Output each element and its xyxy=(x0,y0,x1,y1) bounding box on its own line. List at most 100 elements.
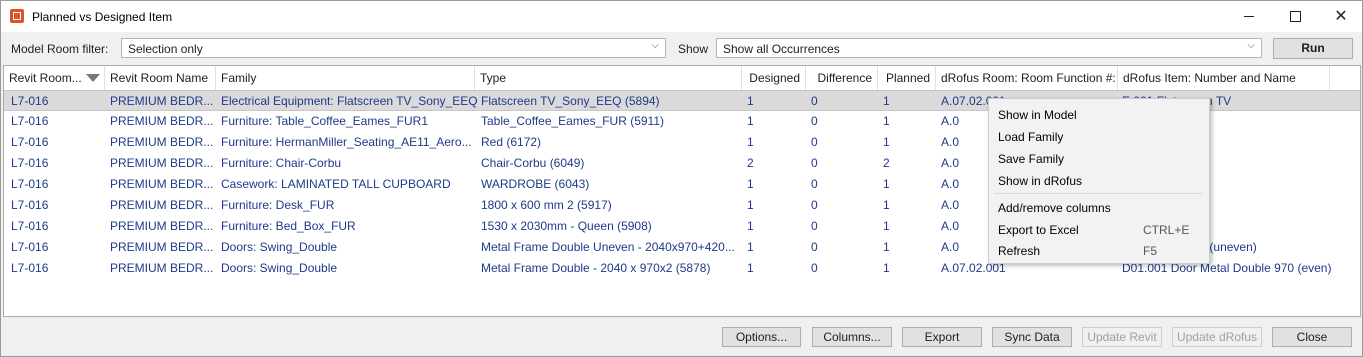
update-revit-button[interactable]: Update Revit xyxy=(1082,327,1162,347)
col-family[interactable]: Family xyxy=(216,66,475,90)
window-title: Planned vs Designed Item xyxy=(32,10,173,24)
show-value: Show all Occurrences xyxy=(723,42,840,56)
cell-planned: 1 xyxy=(883,261,890,275)
cell-revit-room: L7-016 xyxy=(11,94,49,108)
run-button[interactable]: Run xyxy=(1273,38,1353,59)
cell-designed: 1 xyxy=(747,198,754,212)
cell-difference: 0 xyxy=(811,240,818,254)
cell-designed: 1 xyxy=(747,219,754,233)
cell-family: Furniture: Table_Coffee_Eames_FUR1 xyxy=(221,114,428,128)
menu-item-save-family[interactable]: Save Family xyxy=(998,152,1064,166)
cell-revit-room-name: PREMIUM BEDR... xyxy=(110,94,214,108)
cell-designed: 1 xyxy=(747,261,754,275)
menu-item-export-to-excel[interactable]: Export to Excel CTRL+E xyxy=(998,223,1189,237)
sync-data-button[interactable]: Sync Data xyxy=(992,327,1072,347)
cell-revit-room-name: PREMIUM BEDR... xyxy=(110,219,214,233)
cell-family: Doors: Swing_Double xyxy=(221,240,338,254)
col-revit-room-name[interactable]: Revit Room Name xyxy=(105,66,216,90)
export-button[interactable]: Export xyxy=(902,327,982,347)
col-planned[interactable]: Planned xyxy=(878,66,936,90)
col-drofus-item[interactable]: dRofus Item: Number and Name xyxy=(1118,66,1330,90)
cell-difference: 0 xyxy=(811,135,818,149)
cell-designed: 2 xyxy=(747,156,754,170)
close-button[interactable]: Close xyxy=(1272,327,1352,347)
menu-item-show-in-drofus[interactable]: Show in dRofus xyxy=(998,174,1082,188)
col-drofus-room-function[interactable]: dRofus Room: Room Function #: xyxy=(936,66,1118,90)
cell-drofus-room-function: A.0 xyxy=(941,114,960,128)
cell-revit-room: L7-016 xyxy=(11,177,49,191)
minimize-button[interactable] xyxy=(1226,1,1272,32)
cell-difference: 0 xyxy=(811,114,818,128)
menu-item-label: Refresh xyxy=(998,244,1041,258)
cell-drofus-room-function: A.0 xyxy=(941,219,960,233)
cell-family: Furniture: Bed_Box_FUR xyxy=(221,219,356,233)
cell-type: Metal Frame Double - 2040 x 970x2 (5878) xyxy=(481,261,711,275)
update-drofus-button[interactable]: Update dRofus xyxy=(1172,327,1262,347)
cell-family: Electrical Equipment: Flatscreen TV_Sony… xyxy=(221,94,478,108)
close-window-button[interactable]: ✕ xyxy=(1318,1,1363,32)
col-designed[interactable]: Designed xyxy=(742,66,806,90)
cell-planned: 1 xyxy=(883,135,890,149)
chevron-down-icon: ⌵ xyxy=(1247,40,1255,51)
cell-revit-room: L7-016 xyxy=(11,261,49,275)
cell-planned: 1 xyxy=(883,177,890,191)
col-revit-room[interactable]: Revit Room... xyxy=(4,66,105,90)
options-button[interactable]: Options... xyxy=(722,327,801,347)
cell-revit-room-name: PREMIUM BEDR... xyxy=(110,114,214,128)
cell-type: Red (6172) xyxy=(481,135,542,149)
cell-revit-room-name: PREMIUM BEDR... xyxy=(110,198,214,212)
menu-separator xyxy=(994,193,1202,194)
cell-designed: 1 xyxy=(747,177,754,191)
cell-designed: 1 xyxy=(747,94,754,108)
context-menu: Show in Model Load Family Save Family Sh… xyxy=(988,98,1210,264)
col-difference[interactable]: Difference xyxy=(806,66,878,90)
menu-item-label: Export to Excel xyxy=(998,223,1079,237)
cell-drofus-room-function: A.0 xyxy=(941,177,960,191)
cell-revit-room: L7-016 xyxy=(11,219,49,233)
menu-item-label: Show in Model xyxy=(998,108,1077,122)
cell-planned: 1 xyxy=(883,219,890,233)
cell-revit-room-name: PREMIUM BEDR... xyxy=(110,177,214,191)
cell-type: Flatscreen TV_Sony_EEQ (5894) xyxy=(481,94,660,108)
cell-difference: 0 xyxy=(811,177,818,191)
menu-item-refresh[interactable]: Refresh F5 xyxy=(998,244,1157,258)
menu-item-label: Save Family xyxy=(998,152,1065,166)
cell-revit-room: L7-016 xyxy=(11,240,49,254)
grid-header: Revit Room... Revit Room Name Family Typ… xyxy=(4,66,1360,91)
columns-button[interactable]: Columns... xyxy=(812,327,892,347)
col-type[interactable]: Type xyxy=(475,66,742,90)
cell-drofus-room-function: A.0 xyxy=(941,135,960,149)
cell-planned: 1 xyxy=(883,114,890,128)
col-revit-room-label: Revit Room... xyxy=(9,71,82,85)
cell-difference: 0 xyxy=(811,156,818,170)
maximize-icon xyxy=(1289,11,1301,22)
minimize-icon xyxy=(1244,16,1254,17)
menu-shortcut-refresh: F5 xyxy=(1143,244,1158,258)
cell-planned: 1 xyxy=(883,198,890,212)
planned-vs-designed-window: Planned vs Designed Item ✕ Model Room fi… xyxy=(0,0,1363,357)
cell-type: Metal Frame Double Uneven - 2040x970+420… xyxy=(481,240,735,254)
show-select[interactable]: Show all Occurrences ⌵ xyxy=(716,38,1262,58)
cell-family: Furniture: Chair-Corbu xyxy=(221,156,342,170)
menu-item-label: Add/remove columns xyxy=(998,201,1111,215)
menu-item-add-remove-columns[interactable]: Add/remove columns xyxy=(998,201,1111,215)
cell-revit-room: L7-016 xyxy=(11,114,49,128)
cell-planned: 2 xyxy=(883,156,890,170)
menu-item-load-family[interactable]: Load Family xyxy=(998,130,1063,144)
cell-drofus-room-function: A.0 xyxy=(941,198,960,212)
cell-drofus-room-function: A.0 xyxy=(941,240,960,254)
menu-item-label: Show in dRofus xyxy=(998,174,1083,188)
cell-family: Furniture: HermanMiller_Seating_AE11_Aer… xyxy=(221,135,472,149)
cell-family: Doors: Swing_Double xyxy=(221,261,338,275)
close-icon: ✕ xyxy=(1334,7,1348,25)
cell-difference: 0 xyxy=(811,261,818,275)
cell-revit-room-name: PREMIUM BEDR... xyxy=(110,261,214,275)
model-room-filter-select[interactable]: Selection only ⌵ xyxy=(121,38,666,58)
cell-designed: 1 xyxy=(747,240,754,254)
menu-item-label: Load Family xyxy=(998,130,1064,144)
menu-item-show-in-model[interactable]: Show in Model xyxy=(998,108,1077,122)
cell-designed: 1 xyxy=(747,114,754,128)
cell-type: 1800 x 600 mm 2 (5917) xyxy=(481,198,612,212)
show-label: Show xyxy=(678,42,709,56)
maximize-button[interactable] xyxy=(1272,1,1318,32)
